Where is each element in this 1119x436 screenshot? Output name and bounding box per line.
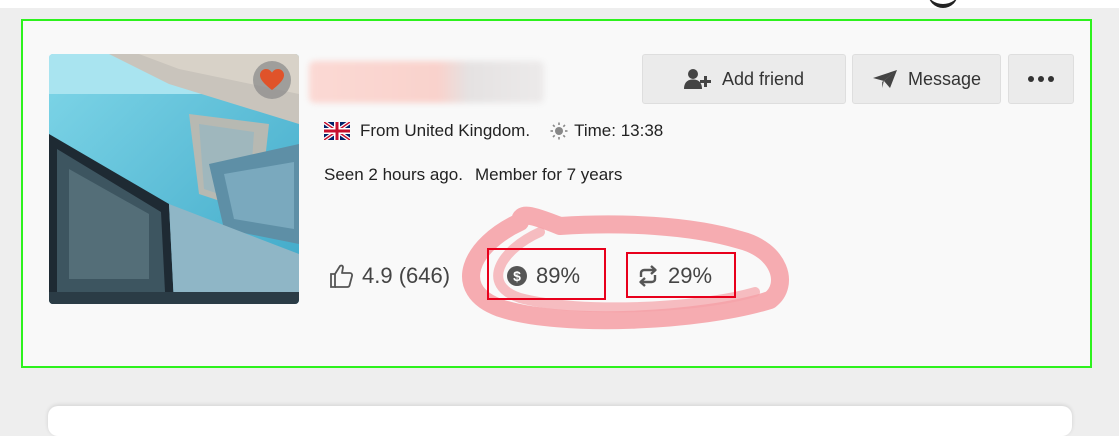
location-time-row: From United Kingdom. Time: 13:38 xyxy=(324,119,663,143)
add-friend-label: Add friend xyxy=(721,68,805,89)
redacted-username xyxy=(309,61,544,103)
more-options-button[interactable] xyxy=(1008,54,1074,104)
uk-flag-icon xyxy=(324,122,350,140)
favorite-button[interactable] xyxy=(253,61,291,99)
time-value: 13:38 xyxy=(620,121,664,140)
sun-icon xyxy=(550,122,568,140)
dollar-circle-icon: $ xyxy=(506,265,528,287)
thumbs-up-icon xyxy=(328,263,354,289)
svg-text:$: $ xyxy=(513,268,521,284)
paper-plane-icon xyxy=(872,69,898,89)
message-label: Message xyxy=(907,68,982,89)
paid-rate-value: 89% xyxy=(536,263,581,288)
repeat-rate-value: 29% xyxy=(668,263,713,288)
top-strip xyxy=(0,0,1119,8)
ellipsis-icon xyxy=(1028,76,1054,82)
paid-rate-stat[interactable]: $ 89% xyxy=(506,259,580,293)
next-card-edge xyxy=(48,406,1072,436)
profile-photo[interactable] xyxy=(49,54,299,304)
repeat-icon xyxy=(636,265,660,287)
activity-row: Seen 2 hours ago. Member for 7 years xyxy=(324,163,622,187)
user-plus-icon xyxy=(683,68,712,90)
rating-stat[interactable]: 4.9 (646) xyxy=(328,259,450,293)
header-partial-glyph xyxy=(928,0,958,8)
member-since-text: Member for 7 years xyxy=(474,165,623,184)
message-button[interactable]: Message xyxy=(852,54,1001,104)
last-seen-text: Seen 2 hours ago. xyxy=(324,165,463,184)
time-label: Time: xyxy=(574,121,616,140)
rating-value: 4.9 (646) xyxy=(362,263,451,288)
add-friend-button[interactable]: Add friend xyxy=(642,54,846,104)
heart-icon xyxy=(260,69,284,90)
origin-text: From United Kingdom. xyxy=(360,121,531,140)
profile-card: Add friend Message From United Kingdom. … xyxy=(21,19,1092,368)
repeat-rate-stat[interactable]: 29% xyxy=(636,259,712,293)
